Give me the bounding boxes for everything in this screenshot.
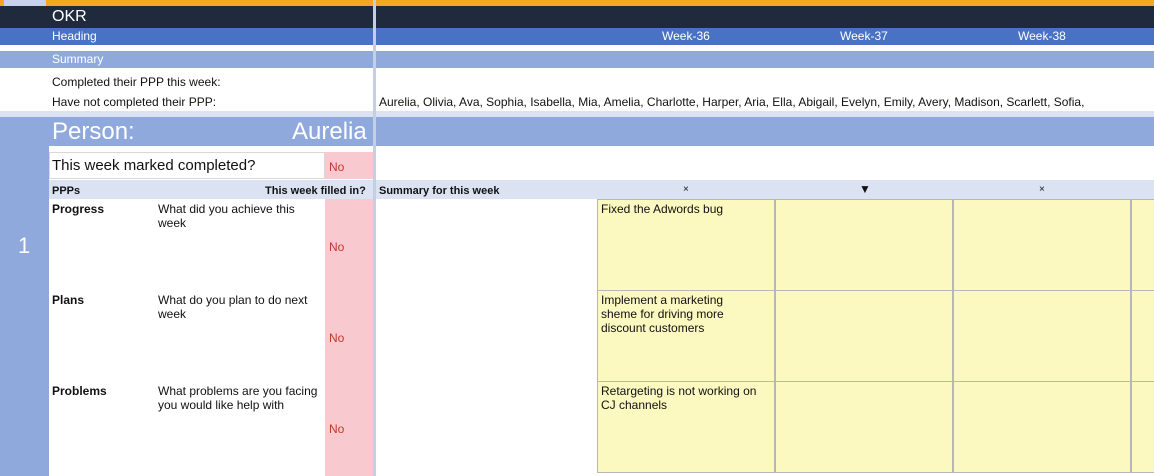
summary-week-header: Summary for this week [379,185,500,197]
week-39-note-cell-progress[interactable] [1131,199,1154,291]
row-category-progress: Progress [52,202,105,216]
person-bar [49,117,1154,146]
week-36-note-plans: Implement a marketing sheme for driving … [601,293,724,335]
person-label: Person: [52,118,135,145]
heading-bar [0,28,1154,45]
row-filled-plans[interactable]: No [329,331,344,345]
row-question-problems: What problems are you facing you would l… [158,384,318,412]
summary-label: Summary [52,52,104,66]
week-38-note-cell-problems[interactable] [953,381,1131,473]
week-38-note-cell-progress[interactable] [953,199,1131,291]
ppps-header: PPPs [52,185,81,197]
row-category-plans: Plans [52,293,85,307]
week-37-note-cell-progress[interactable] [775,199,953,291]
week-39-note-cell-plans[interactable] [1131,290,1154,382]
week-36-note-progress: Fixed the Adwords bug [601,202,724,216]
week-header-37[interactable]: Week-37 [840,29,888,44]
row-category-problems: Problems [52,384,107,398]
filled-in-header: This week filled in? [265,185,366,197]
week-36-note-problems: Retargeting is not working on CJ channel… [601,384,757,412]
week-38-collapse-icon[interactable]: × [1039,183,1045,196]
title-bar [0,6,1154,28]
row-question-plans: What do you plan to do next week [158,293,308,321]
marked-completed-label: This week marked completed? [52,157,256,174]
ppp-header-bar [49,180,1154,199]
row-question-progress: What did you achieve this week [158,202,295,230]
summary-bar [0,51,1154,68]
completed-label: Completed their PPP this week: [52,75,221,89]
column-divider [373,0,376,476]
week-37-note-cell-plans[interactable] [775,290,953,382]
not-completed-label: Have not completed their PPP: [52,95,217,109]
week-38-note-cell-plans[interactable] [953,290,1131,382]
person-index-column [0,117,49,476]
person-name[interactable]: Aurelia [292,119,367,145]
person-index: 1 [18,233,31,258]
heading-label: Heading [52,29,97,43]
not-completed-names: Aurelia, Olivia, Ava, Sophia, Isabella, … [379,95,1085,109]
week-header-38[interactable]: Week-38 [1018,29,1066,44]
week-header-36[interactable]: Week-36 [662,29,710,44]
page-title: OKR [52,8,87,25]
week-36-collapse-icon[interactable]: × [683,183,689,196]
week-37-dropdown-icon[interactable]: ▼ [859,182,871,196]
marked-completed-value: No [329,160,345,174]
row-filled-problems[interactable]: No [329,422,344,436]
week-39-note-cell-problems[interactable] [1131,381,1154,473]
row-filled-progress[interactable]: No [329,240,344,254]
week-37-note-cell-problems[interactable] [775,381,953,473]
